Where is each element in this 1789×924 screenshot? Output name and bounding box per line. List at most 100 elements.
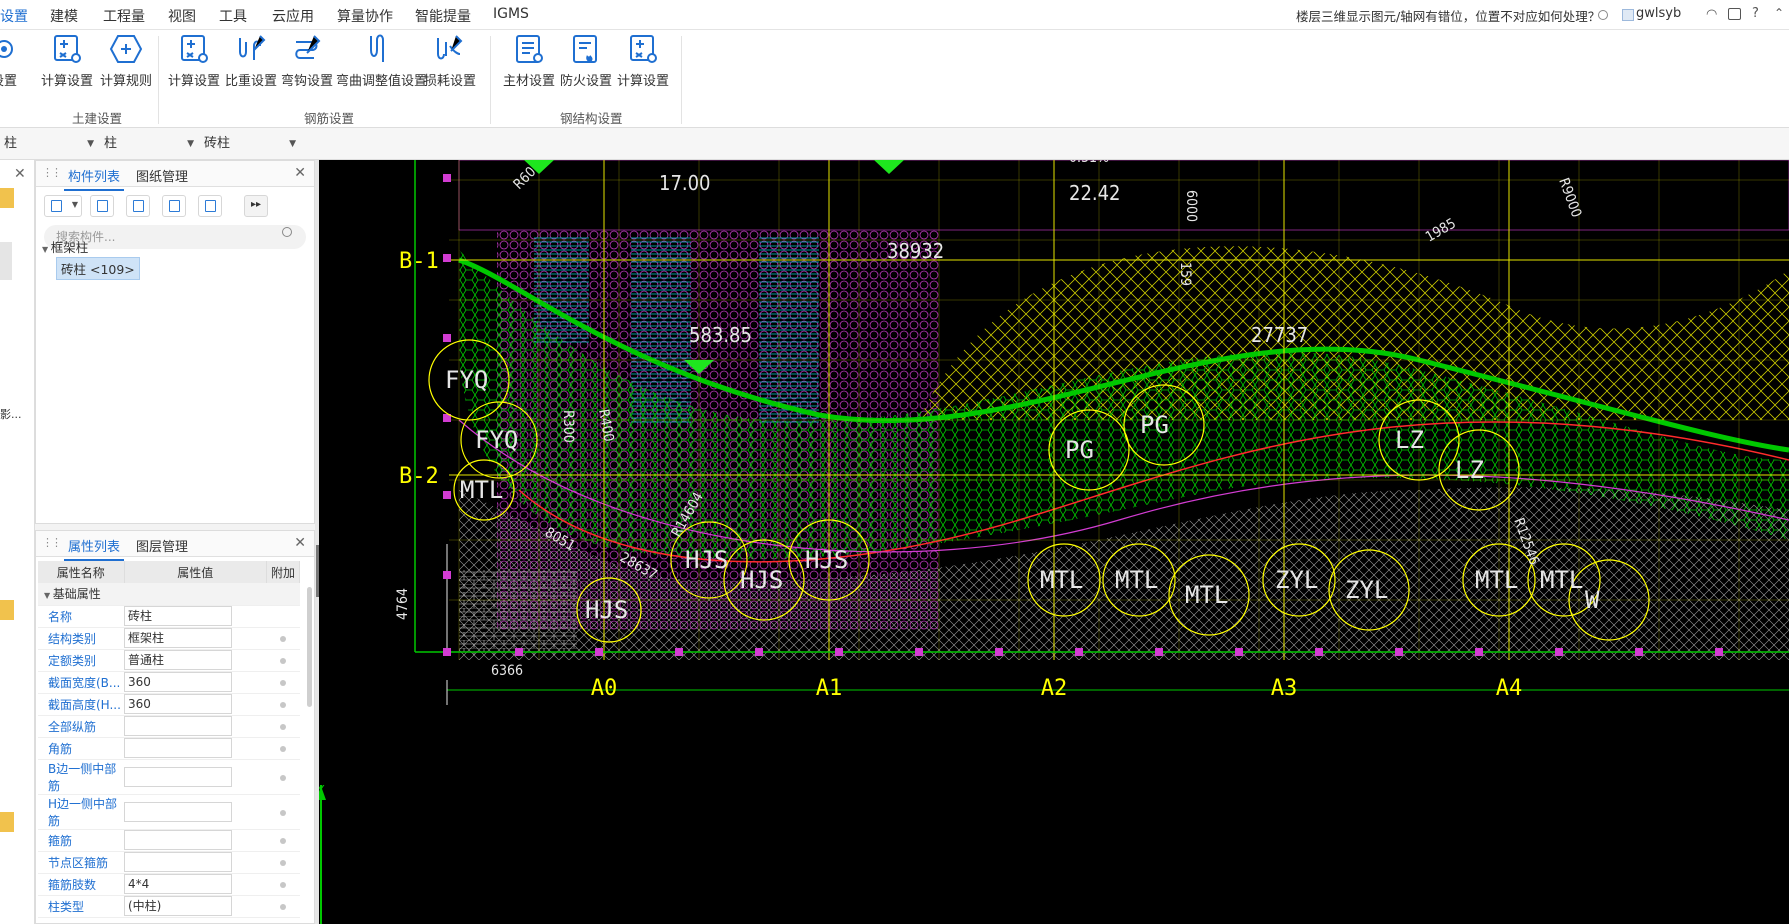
hook-settings-button[interactable]: 弯钩设置 — [280, 32, 334, 94]
menu-view[interactable]: 视图 — [168, 6, 196, 26]
delete-button[interactable] — [126, 195, 150, 217]
gear-icon — [0, 40, 13, 58]
property-value[interactable]: 框架柱 — [124, 628, 232, 648]
tab-properties[interactable]: 属性列表 — [63, 536, 125, 561]
chevron-down-icon: ▼ — [187, 139, 194, 149]
collapse-icon[interactable]: ⌃ — [1774, 6, 1784, 20]
column-marker — [1155, 648, 1163, 656]
property-value[interactable] — [124, 830, 232, 850]
help-icon[interactable]: ? — [1752, 6, 1759, 21]
tab-layer-manage[interactable]: 图层管理 — [136, 536, 188, 555]
column-marker — [443, 648, 451, 656]
menu-tools[interactable]: 工具 — [219, 6, 247, 26]
import-button[interactable] — [198, 195, 222, 217]
menu-igms[interactable]: IGMS — [493, 6, 529, 22]
column-marker — [443, 254, 451, 262]
axis-label-col: A4 — [1496, 676, 1523, 701]
table-row: 结构类别 框架柱 — [38, 627, 300, 650]
table-row: 定额类别 普通柱 — [38, 649, 300, 672]
search-icon[interactable] — [282, 227, 292, 237]
calendar-icon[interactable] — [1728, 8, 1741, 20]
plant-label: HJS — [740, 566, 783, 594]
more-button[interactable]: ▸▸ — [244, 195, 268, 217]
menu-modeling[interactable]: 建模 — [50, 6, 78, 26]
steel-calc-settings-button[interactable]: 计算设置 — [616, 32, 670, 94]
attach-checkbox[interactable] — [279, 860, 286, 866]
dimension-label: 4764 — [395, 588, 411, 620]
calc-rules-button[interactable]: 计算规则 — [96, 32, 156, 94]
settings-button[interactable]: 设置 — [0, 32, 22, 94]
chevron-down-icon: ▼ — [289, 139, 296, 149]
property-value[interactable]: (中柱) — [124, 896, 232, 916]
table-row: 截面高度(H... 360 — [38, 693, 300, 716]
column-marker — [835, 648, 843, 656]
menu-smart[interactable]: 智能提量 — [415, 6, 471, 26]
plant-label: MTL — [460, 476, 503, 504]
column-marker — [443, 571, 451, 579]
type-select[interactable]: 柱 ▼ — [100, 133, 198, 155]
copy-button[interactable] — [90, 195, 114, 217]
tree-leaf-brick-column[interactable]: 砖柱 <109> — [56, 257, 140, 280]
tab-component-list[interactable]: 构件列表 — [63, 166, 125, 191]
property-value[interactable] — [124, 766, 232, 787]
headset-icon[interactable]: ◠ — [1706, 7, 1717, 22]
attach-checkbox[interactable] — [279, 838, 286, 844]
scrollbar[interactable] — [307, 587, 312, 707]
menu-bar: 设置 建模 工程量 视图 工具 云应用 算量协作 智能提量 IGMS 楼层三维显… — [0, 0, 1789, 30]
tree-root[interactable]: ▼ 框架柱 — [42, 237, 88, 256]
cad-canvas[interactable]: A0 A1 A2 A3 A4 B-1 B-2 6366 4764 17.00 22.42 583.85… — [319, 160, 1789, 924]
dimension-label: 38932 — [887, 239, 944, 263]
dimension-label: 583.85 — [689, 323, 752, 347]
menu-settings[interactable]: 设置 — [0, 6, 28, 26]
menu-quantity[interactable]: 工程量 — [103, 6, 145, 26]
property-value[interactable] — [124, 716, 232, 736]
drag-handle-icon[interactable]: ⋮⋮ — [42, 536, 62, 549]
attach-checkbox[interactable] — [279, 702, 286, 708]
attach-checkbox[interactable] — [279, 636, 286, 642]
user-name[interactable]: gwlsyb — [1636, 6, 1681, 21]
property-value[interactable] — [124, 852, 232, 872]
attach-checkbox[interactable] — [279, 658, 286, 664]
attach-checkbox[interactable] — [279, 774, 286, 781]
attach-checkbox[interactable] — [279, 904, 286, 910]
weight-icon — [239, 35, 266, 60]
property-value[interactable]: 360 — [124, 694, 232, 714]
new-component-button[interactable]: ▼ — [44, 195, 82, 217]
category-row[interactable]: ▼ 基础属性 — [38, 583, 300, 606]
floor-select[interactable]: 柱 ▼ — [0, 133, 98, 155]
close-icon[interactable]: ✕ — [14, 166, 26, 182]
tab-drawing-manage[interactable]: 图纸管理 — [136, 166, 188, 185]
component-select[interactable]: 砖柱 ▼ — [200, 133, 300, 155]
menu-cloud[interactable]: 云应用 — [272, 6, 314, 26]
property-value[interactable]: 普通柱 — [124, 650, 232, 670]
weight-settings-button[interactable]: 比重设置 — [224, 32, 278, 94]
attach-checkbox[interactable] — [279, 680, 286, 686]
attach-checkbox[interactable] — [279, 746, 286, 752]
rebar-calc-settings-button[interactable]: 计算设置 — [165, 32, 223, 94]
dimension-label: 17.00 — [659, 171, 711, 195]
search-icon[interactable] — [1598, 10, 1608, 20]
fire-settings-button[interactable]: 防火设置 — [559, 32, 613, 94]
property-value[interactable]: 4*4 — [124, 874, 232, 894]
cad-drawing[interactable]: A0 A1 A2 A3 A4 B-1 B-2 6366 4764 17.00 22.42 583.85… — [319, 160, 1789, 924]
property-value[interactable] — [124, 801, 232, 822]
layer-copy-button[interactable] — [162, 195, 186, 217]
civil-calc-settings-button[interactable]: 计算设置 — [38, 32, 96, 94]
property-value[interactable] — [124, 738, 232, 758]
property-value[interactable]: 砖柱 — [124, 606, 232, 626]
table-row: B边一侧中部筋 — [38, 759, 300, 795]
help-search-text[interactable]: 楼层三维显示图元/轴网有错位，位置不对应如何处理？ — [1296, 6, 1600, 25]
dimension-label: 27737 — [1251, 323, 1308, 347]
property-value[interactable]: 360 — [124, 672, 232, 692]
column-marker — [1555, 648, 1563, 656]
bend-adjust-settings-button[interactable]: 弯曲调整值设置 — [336, 32, 427, 94]
loss-settings-button[interactable]: 损耗设置 — [424, 32, 476, 94]
attach-checkbox[interactable] — [279, 882, 286, 888]
close-icon[interactable]: ✕ — [294, 165, 306, 181]
menu-collab[interactable]: 算量协作 — [337, 6, 393, 26]
drag-handle-icon[interactable]: ⋮⋮ — [42, 166, 62, 179]
close-icon[interactable]: ✕ — [294, 535, 306, 551]
attach-checkbox[interactable] — [279, 809, 286, 816]
material-settings-button[interactable]: 主材设置 — [502, 32, 556, 94]
attach-checkbox[interactable] — [279, 724, 286, 730]
